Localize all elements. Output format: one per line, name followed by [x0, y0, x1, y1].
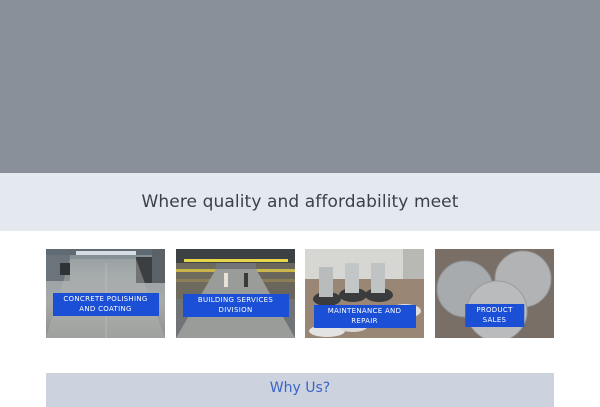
service-tile-maintenance-repair[interactable]: MAINTENANCE AND REPAIR: [305, 249, 424, 338]
tagline-band: Where quality and affordability meet: [0, 173, 600, 231]
service-tile-building-services[interactable]: BUILDING SERVICES DIVISION: [176, 249, 295, 338]
service-tile-product-sales[interactable]: PRODUCT SALES: [435, 249, 554, 338]
why-us-heading: Why Us?: [269, 380, 331, 396]
why-us-section: Why Us?: [46, 373, 554, 407]
service-tile-concrete-polishing[interactable]: CONCRETE POLISHING AND COATING: [46, 249, 165, 338]
service-label-building: BUILDING SERVICES DIVISION: [182, 294, 289, 317]
service-label-products: PRODUCT SALES: [464, 304, 525, 327]
hero-banner: [0, 0, 600, 173]
service-label-maintenance: MAINTENANCE AND REPAIR: [313, 305, 416, 328]
tagline-heading: Where quality and affordability meet: [141, 192, 459, 212]
service-label-concrete: CONCRETE POLISHING AND COATING: [52, 293, 159, 316]
